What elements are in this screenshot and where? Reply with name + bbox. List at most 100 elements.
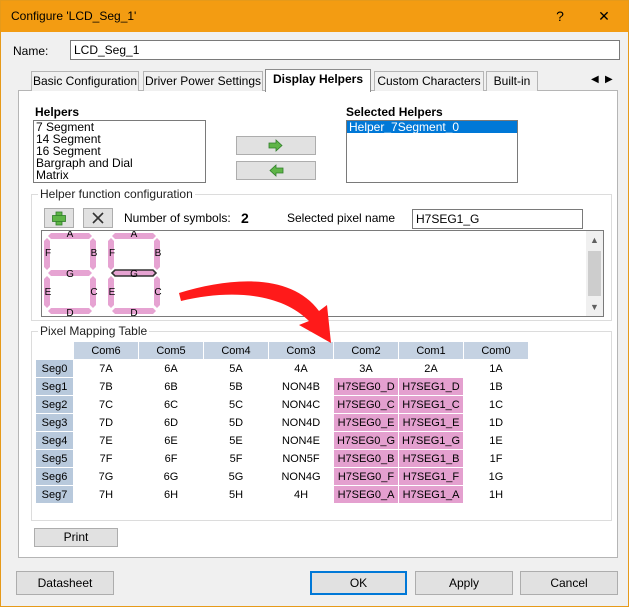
segment-label-c: C [90, 287, 97, 298]
number-of-symbols-value: 2 [241, 210, 249, 226]
row-header: Seg5 [35, 449, 74, 468]
table-cell[interactable]: 1F [463, 449, 529, 468]
table-cell[interactable]: 5H [203, 485, 269, 504]
remove-helper-button[interactable] [236, 161, 316, 180]
add-symbol-button[interactable] [44, 208, 74, 228]
tab-basic-configuration[interactable]: Basic Configuration [31, 71, 139, 91]
table-row: Seg5 7F 6F 5F NON5F H7SEG0_B H7SEG1_B 1F [35, 449, 529, 468]
ok-button[interactable]: OK [310, 571, 407, 595]
selected-pixel-input[interactable] [412, 209, 583, 229]
table-cell-mapped[interactable]: H7SEG0_A [333, 485, 399, 504]
table-cell[interactable]: 6H [138, 485, 204, 504]
table-cell[interactable]: NON4C [268, 395, 334, 414]
table-cell-mapped[interactable]: H7SEG1_D [398, 377, 464, 396]
table-cell[interactable]: 6C [138, 395, 204, 414]
pixel-mapping-title: Pixel Mapping Table [38, 324, 150, 338]
cancel-button[interactable]: Cancel [520, 571, 618, 595]
table-cell-mapped[interactable]: H7SEG0_D [333, 377, 399, 396]
table-cell[interactable]: NON4B [268, 377, 334, 396]
table-cell[interactable]: 7E [73, 431, 139, 450]
table-cell-mapped[interactable]: H7SEG0_G [333, 431, 399, 450]
seven-segment-digit-0: A B C D E F G [44, 231, 98, 316]
apply-button[interactable]: Apply [415, 571, 513, 595]
scrollbar-thumb[interactable] [588, 251, 601, 296]
table-cell[interactable]: 5C [203, 395, 269, 414]
scroll-up-icon[interactable]: ▲ [586, 233, 603, 247]
table-cell-mapped[interactable]: H7SEG1_B [398, 449, 464, 468]
window-title: Configure 'LCD_Seg_1' [11, 9, 137, 23]
table-cell[interactable]: 5D [203, 413, 269, 432]
table-cell[interactable]: 1G [463, 467, 529, 486]
table-cell[interactable]: 5B [203, 377, 269, 396]
canvas-scrollbar[interactable]: ▲ ▼ [586, 231, 603, 316]
table-cell[interactable]: 5F [203, 449, 269, 468]
name-input[interactable] [70, 40, 620, 60]
table-cell[interactable]: 1C [463, 395, 529, 414]
column-header: Com1 [398, 341, 464, 360]
table-cell[interactable]: 4H [268, 485, 334, 504]
tab-driver-power-settings[interactable]: Driver Power Settings [143, 71, 263, 91]
table-cell-mapped[interactable]: H7SEG1_C [398, 395, 464, 414]
table-cell[interactable]: NON4G [268, 467, 334, 486]
table-cell-mapped[interactable]: H7SEG0_E [333, 413, 399, 432]
table-cell[interactable]: 7H [73, 485, 139, 504]
delete-symbol-button[interactable] [83, 208, 113, 228]
tab-custom-characters[interactable]: Custom Characters [374, 71, 484, 91]
add-helper-button[interactable] [236, 136, 316, 155]
table-cell[interactable]: 7B [73, 377, 139, 396]
table-cell[interactable]: NON5F [268, 449, 334, 468]
datasheet-button[interactable]: Datasheet [16, 571, 114, 595]
table-cell[interactable]: 2A [398, 359, 464, 378]
segment-label-d: D [66, 308, 73, 316]
helpers-list[interactable]: 7 Segment 14 Segment 16 Segment Bargraph… [33, 120, 206, 183]
tab-display-helpers[interactable]: Display Helpers [265, 69, 371, 92]
list-item[interactable]: Helper_7Segment_0 [347, 121, 517, 133]
table-cell-mapped[interactable]: H7SEG0_F [333, 467, 399, 486]
table-cell-mapped[interactable]: H7SEG1_F [398, 467, 464, 486]
table-cell-mapped[interactable]: H7SEG1_E [398, 413, 464, 432]
x-icon [92, 212, 104, 224]
close-button[interactable]: ✕ [582, 3, 626, 29]
table-cell[interactable]: 1A [463, 359, 529, 378]
table-cell[interactable]: 1H [463, 485, 529, 504]
table-cell[interactable]: 6E [138, 431, 204, 450]
scroll-down-icon[interactable]: ▼ [586, 300, 603, 314]
table-cell[interactable]: 6F [138, 449, 204, 468]
table-cell[interactable]: 1E [463, 431, 529, 450]
segment-label-e: E [109, 287, 116, 298]
table-cell[interactable]: 1D [463, 413, 529, 432]
segment-label-a: A [67, 231, 74, 240]
table-cell[interactable]: 6D [138, 413, 204, 432]
table-cell-mapped[interactable]: H7SEG1_G [398, 431, 464, 450]
tab-next-arrow-icon[interactable]: ▶ [605, 74, 613, 85]
table-cell[interactable]: 5E [203, 431, 269, 450]
table-cell-mapped[interactable]: H7SEG0_C [333, 395, 399, 414]
table-cell[interactable]: 7C [73, 395, 139, 414]
column-header: Com6 [73, 341, 139, 360]
table-cell[interactable]: 7D [73, 413, 139, 432]
segment-label-d: D [130, 308, 137, 316]
table-cell[interactable]: NON4D [268, 413, 334, 432]
segment-label-g: G [66, 269, 74, 280]
segment-label-a: A [131, 231, 138, 240]
list-item[interactable]: Matrix [34, 169, 205, 181]
table-cell[interactable]: 5G [203, 467, 269, 486]
tab-prev-arrow-icon[interactable]: ◀ [591, 74, 599, 85]
seven-segment-digit-1: A B C D E F G [108, 231, 162, 316]
print-button[interactable]: Print [34, 528, 118, 547]
table-cell[interactable]: 7A [73, 359, 139, 378]
table-cell-mapped[interactable]: H7SEG0_B [333, 449, 399, 468]
title-bar: Configure 'LCD_Seg_1' ? ✕ [1, 1, 628, 32]
row-header: Seg0 [35, 359, 74, 378]
table-cell[interactable]: NON4E [268, 431, 334, 450]
configure-dialog: Configure 'LCD_Seg_1' ? ✕ Name: Basic Co… [0, 0, 629, 607]
table-cell[interactable]: 7F [73, 449, 139, 468]
table-cell[interactable]: 7G [73, 467, 139, 486]
table-cell[interactable]: 6B [138, 377, 204, 396]
table-cell[interactable]: 6G [138, 467, 204, 486]
selected-helpers-list[interactable]: Helper_7Segment_0 [346, 120, 518, 183]
table-cell-mapped[interactable]: H7SEG1_A [398, 485, 464, 504]
help-button[interactable]: ? [538, 3, 582, 29]
table-cell[interactable]: 1B [463, 377, 529, 396]
tab-built-in[interactable]: Built-in [486, 71, 538, 91]
